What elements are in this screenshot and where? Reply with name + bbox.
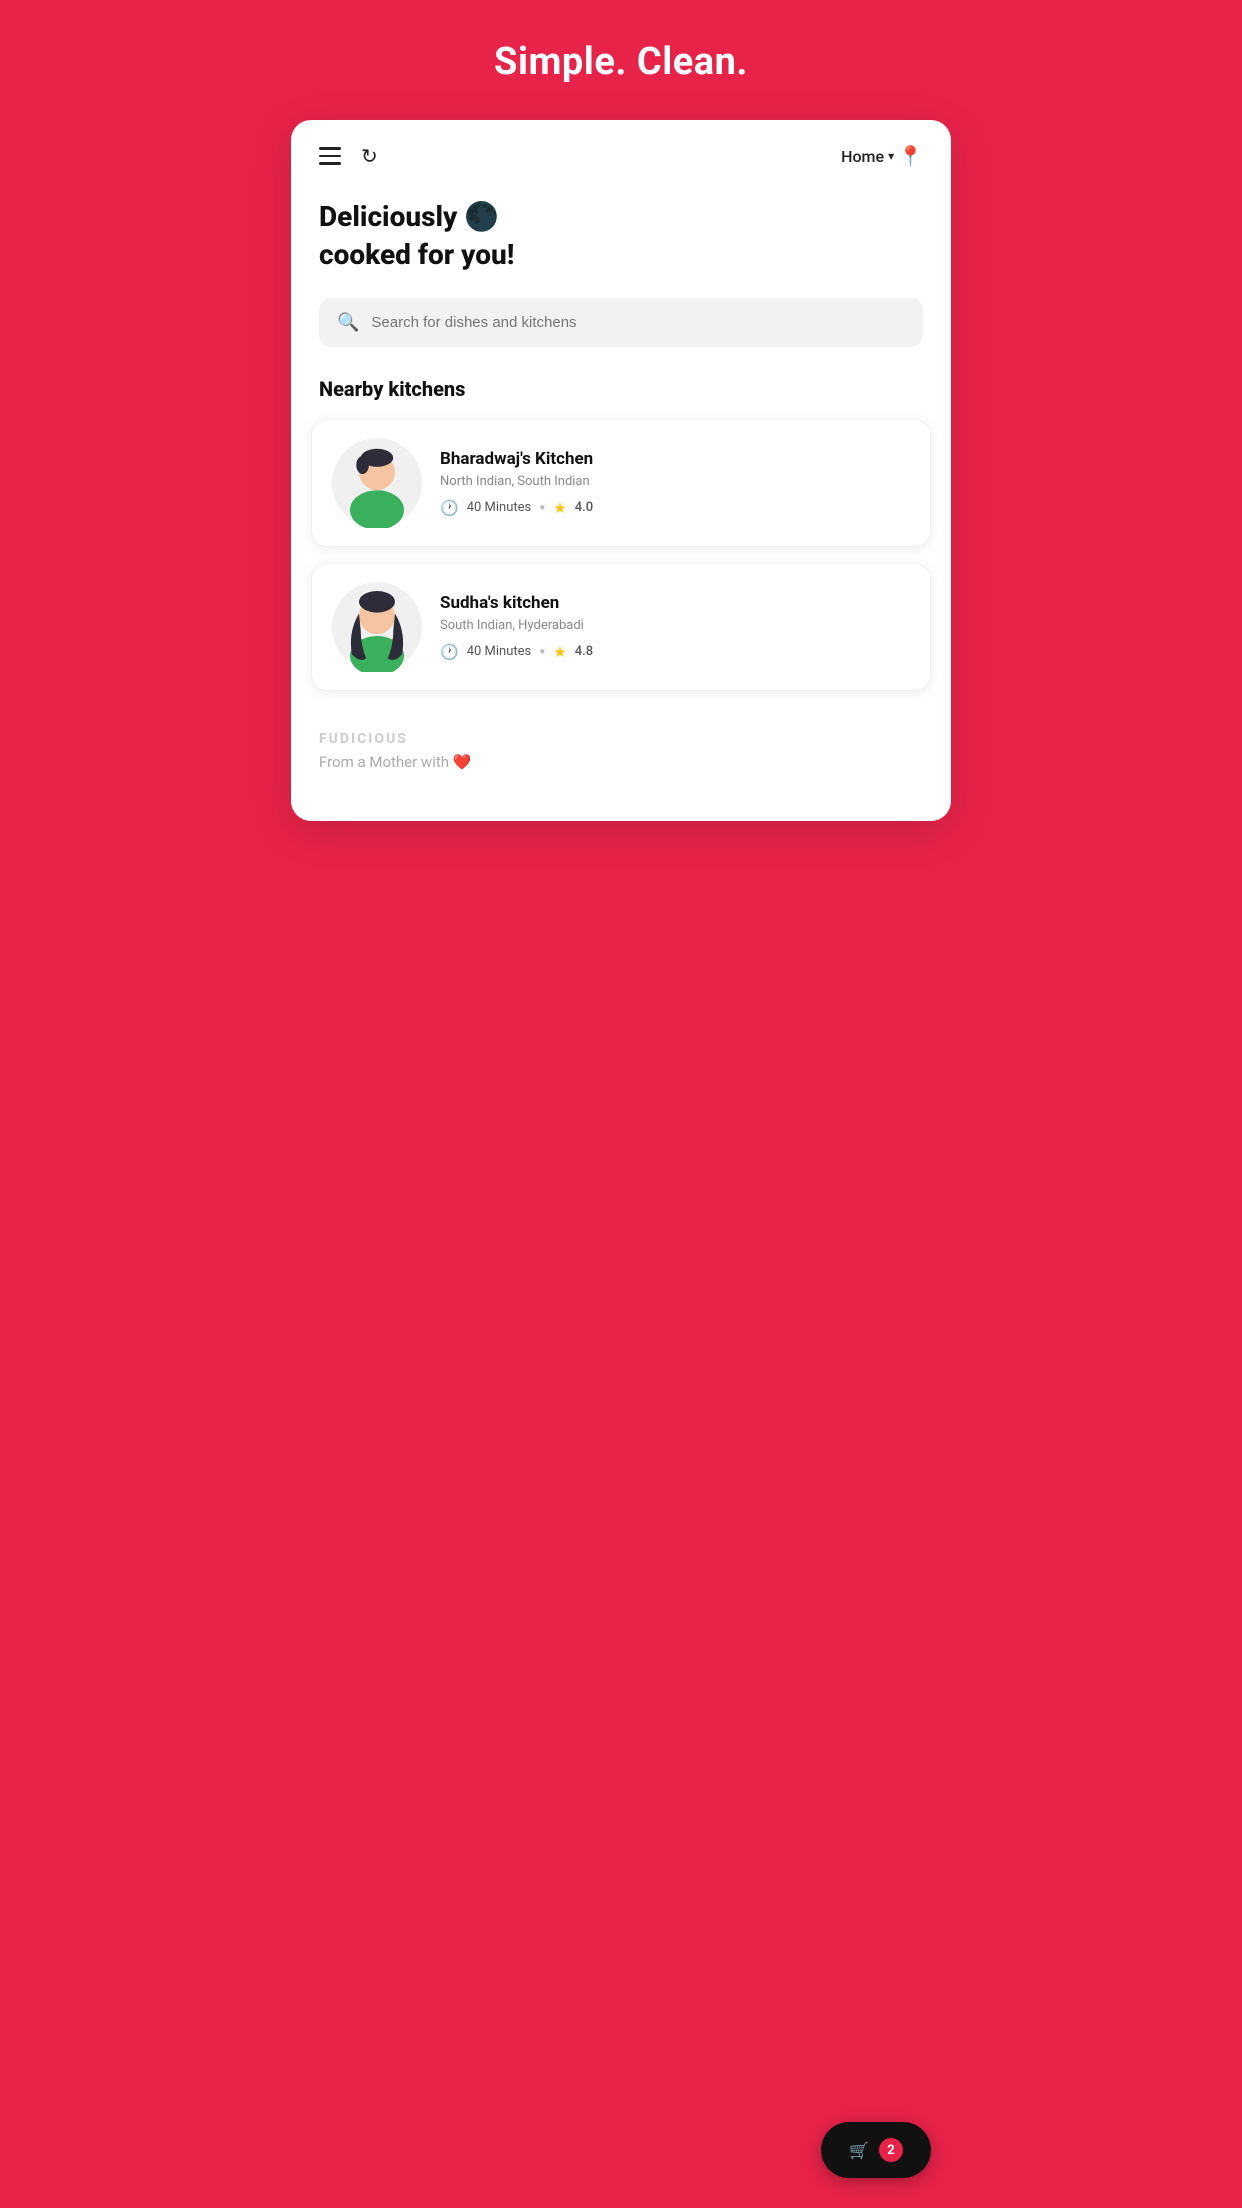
dot-separator-2: ●	[539, 646, 545, 657]
kitchen-time-2: 40 Minutes	[467, 644, 532, 659]
app-card: ↻ Home ▾ 📍 Deliciously 🌑 cooked for you!…	[291, 120, 951, 821]
cart-icon: 🛒	[849, 2141, 869, 2160]
kitchen-meta-2: 🕐 40 Minutes ● ★ 4.8	[440, 643, 910, 661]
refresh-button[interactable]: ↻	[361, 146, 378, 166]
footer-section: FUDICIOUS From a Mother with ❤️	[291, 691, 951, 781]
clock-icon-2: 🕐	[440, 643, 459, 661]
location-selector[interactable]: Home ▾ 📍	[841, 144, 923, 168]
kitchen-card-1[interactable]: Bharadwaj's Kitchen North Indian, South …	[311, 419, 931, 547]
nearby-kitchens-title: Nearby kitchens	[291, 377, 951, 401]
star-icon-2: ★	[553, 643, 566, 661]
kitchen-name-1: Bharadwaj's Kitchen	[440, 449, 910, 469]
kitchen-cards-list: Bharadwaj's Kitchen North Indian, South …	[291, 419, 951, 691]
cart-button[interactable]: 🛒 2	[821, 2122, 931, 2178]
location-pin-icon: 📍	[898, 144, 923, 168]
kitchen-rating-2: 4.8	[575, 644, 593, 659]
kitchen-name-2: Sudha's kitchen	[440, 593, 910, 613]
cart-count: 2	[879, 2138, 903, 2162]
chevron-down-icon: ▾	[888, 149, 894, 163]
kitchen-rating-1: 4.0	[575, 500, 593, 515]
star-icon-1: ★	[553, 499, 566, 517]
kitchen-cuisine-1: North Indian, South Indian	[440, 474, 910, 489]
avatar-2	[332, 582, 422, 672]
location-label: Home	[841, 147, 884, 166]
clock-icon-1: 🕐	[440, 499, 459, 517]
kitchen-meta-1: 🕐 40 Minutes ● ★ 4.0	[440, 499, 910, 517]
brand-name: FUDICIOUS	[319, 731, 923, 747]
kitchen-info-2: Sudha's kitchen South Indian, Hyderabadi…	[440, 593, 910, 661]
kitchen-cuisine-2: South Indian, Hyderabadi	[440, 618, 910, 633]
top-bar: ↻ Home ▾ 📍	[291, 120, 951, 188]
brand-tagline: From a Mother with ❤️	[319, 753, 923, 771]
top-bar-left: ↻	[319, 146, 378, 166]
avatar-1	[332, 438, 422, 528]
greeting-line2: cooked for you!	[319, 236, 923, 274]
search-input[interactable]	[371, 314, 905, 331]
greeting-line1: Deliciously 🌑	[319, 198, 923, 236]
hero-title: Simple. Clean.	[494, 40, 748, 84]
kitchen-time-1: 40 Minutes	[467, 500, 532, 515]
dot-separator-1: ●	[539, 502, 545, 513]
greeting-section: Deliciously 🌑 cooked for you!	[291, 188, 951, 298]
kitchen-info-1: Bharadwaj's Kitchen North Indian, South …	[440, 449, 910, 517]
search-bar[interactable]: 🔍	[319, 298, 923, 347]
kitchen-card-2[interactable]: Sudha's kitchen South Indian, Hyderabadi…	[311, 563, 931, 691]
menu-button[interactable]	[319, 147, 341, 165]
search-section: 🔍	[291, 298, 951, 377]
search-icon: 🔍	[337, 312, 359, 333]
